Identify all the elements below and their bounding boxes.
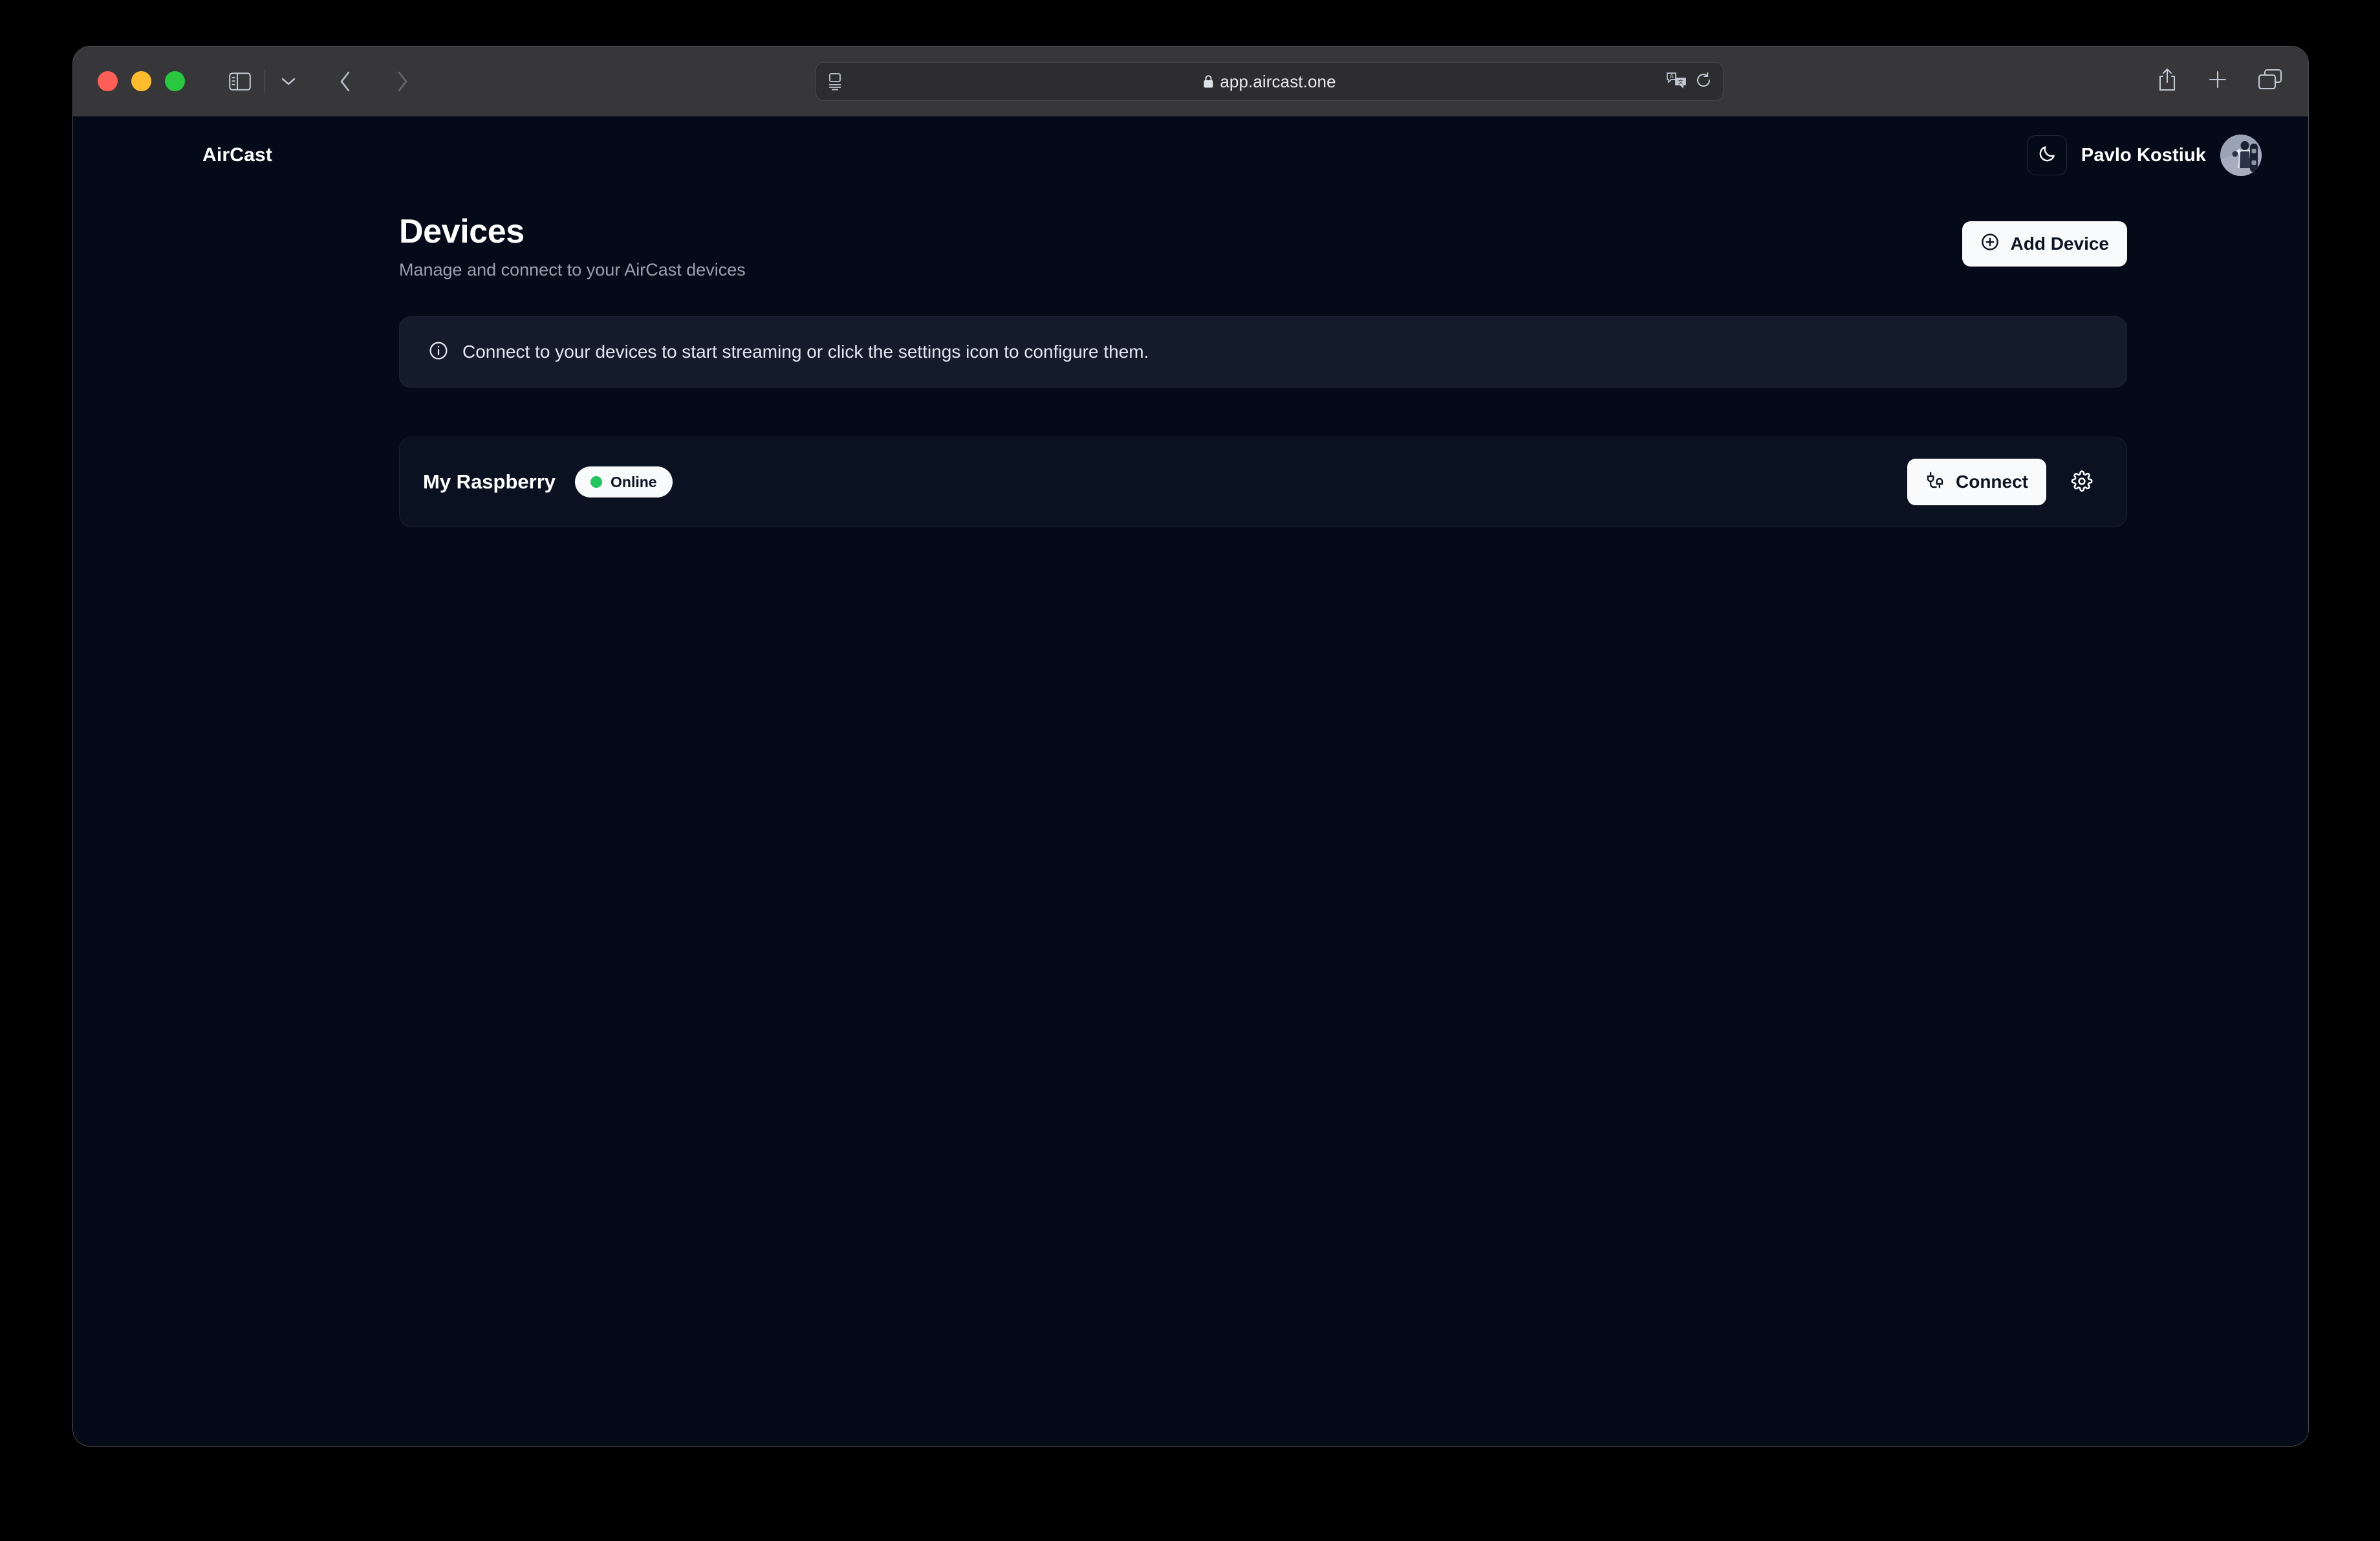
add-device-label: Add Device (2011, 234, 2110, 254)
status-badge: Online (575, 466, 673, 497)
toolbar-divider (264, 71, 265, 93)
page-content: Devices Manage and connect to your AirCa… (73, 194, 2308, 527)
device-info: My Raspberry Online (423, 466, 673, 497)
connect-button[interactable]: Connect (1907, 459, 2046, 505)
reader-view-icon[interactable] (828, 72, 842, 91)
connect-label: Connect (1956, 472, 2028, 492)
window-controls (98, 71, 185, 91)
lock-icon (1203, 74, 1214, 89)
minimize-window-button[interactable] (131, 71, 151, 91)
translate-icon[interactable]: A 文 (1666, 71, 1687, 93)
app-header-right: Pavlo Kostiuk (2027, 135, 2262, 176)
navigation-controls (220, 61, 422, 102)
info-banner-text: Connect to your devices to start streami… (462, 342, 1149, 362)
tab-overview-icon[interactable] (2258, 69, 2282, 94)
chevron-down-icon[interactable] (268, 61, 308, 102)
page-header: Devices Manage and connect to your AirCa… (399, 212, 2127, 280)
app-viewport: AirCast Pavlo Kostiuk (73, 116, 2308, 1446)
info-banner: Connect to your devices to start streami… (399, 316, 2127, 388)
plus-circle-icon (1980, 232, 2000, 256)
url-display: app.aircast.one (816, 72, 1723, 92)
forward-chevron-icon[interactable] (382, 61, 422, 102)
app-header: AirCast Pavlo Kostiuk (73, 116, 2308, 194)
maximize-window-button[interactable] (165, 71, 185, 91)
address-bar[interactable]: app.aircast.one A 文 (816, 62, 1724, 101)
info-circle-icon (428, 340, 449, 364)
toolbar-right-actions (2157, 67, 2282, 95)
user-name[interactable]: Pavlo Kostiuk (2081, 145, 2206, 166)
close-window-button[interactable] (98, 71, 118, 91)
device-actions: Connect (1907, 458, 2106, 506)
page-title-block: Devices Manage and connect to your AirCa… (399, 212, 746, 280)
device-settings-button[interactable] (2058, 458, 2106, 506)
svg-text:A: A (1670, 73, 1674, 80)
svg-text:文: 文 (1678, 78, 1683, 85)
reload-icon[interactable] (1694, 71, 1713, 93)
share-icon[interactable] (2157, 67, 2178, 95)
url-text: app.aircast.one (1220, 72, 1336, 92)
moon-icon (2037, 144, 2057, 167)
page-subtitle: Manage and connect to your AirCast devic… (399, 260, 746, 280)
theme-toggle-button[interactable] (2027, 135, 2067, 175)
gear-icon (2071, 470, 2093, 494)
sidebar-toggle-icon[interactable] (220, 61, 260, 102)
app-logo[interactable]: AirCast (202, 144, 272, 166)
status-label: Online (611, 474, 657, 491)
avatar-image (2220, 135, 2262, 176)
browser-toolbar: app.aircast.one A 文 (73, 47, 2308, 116)
browser-window: app.aircast.one A 文 (73, 47, 2308, 1446)
plus-icon[interactable] (2207, 69, 2228, 93)
device-row: My Raspberry Online (399, 437, 2127, 527)
page-title: Devices (399, 212, 746, 251)
address-bar-actions: A 文 (1666, 71, 1713, 93)
back-chevron-icon[interactable] (325, 61, 365, 102)
avatar[interactable] (2220, 135, 2262, 176)
device-name: My Raspberry (423, 470, 556, 494)
status-dot-icon (590, 476, 602, 488)
plug-icon (1925, 470, 1945, 494)
add-device-button[interactable]: Add Device (1962, 221, 2128, 267)
